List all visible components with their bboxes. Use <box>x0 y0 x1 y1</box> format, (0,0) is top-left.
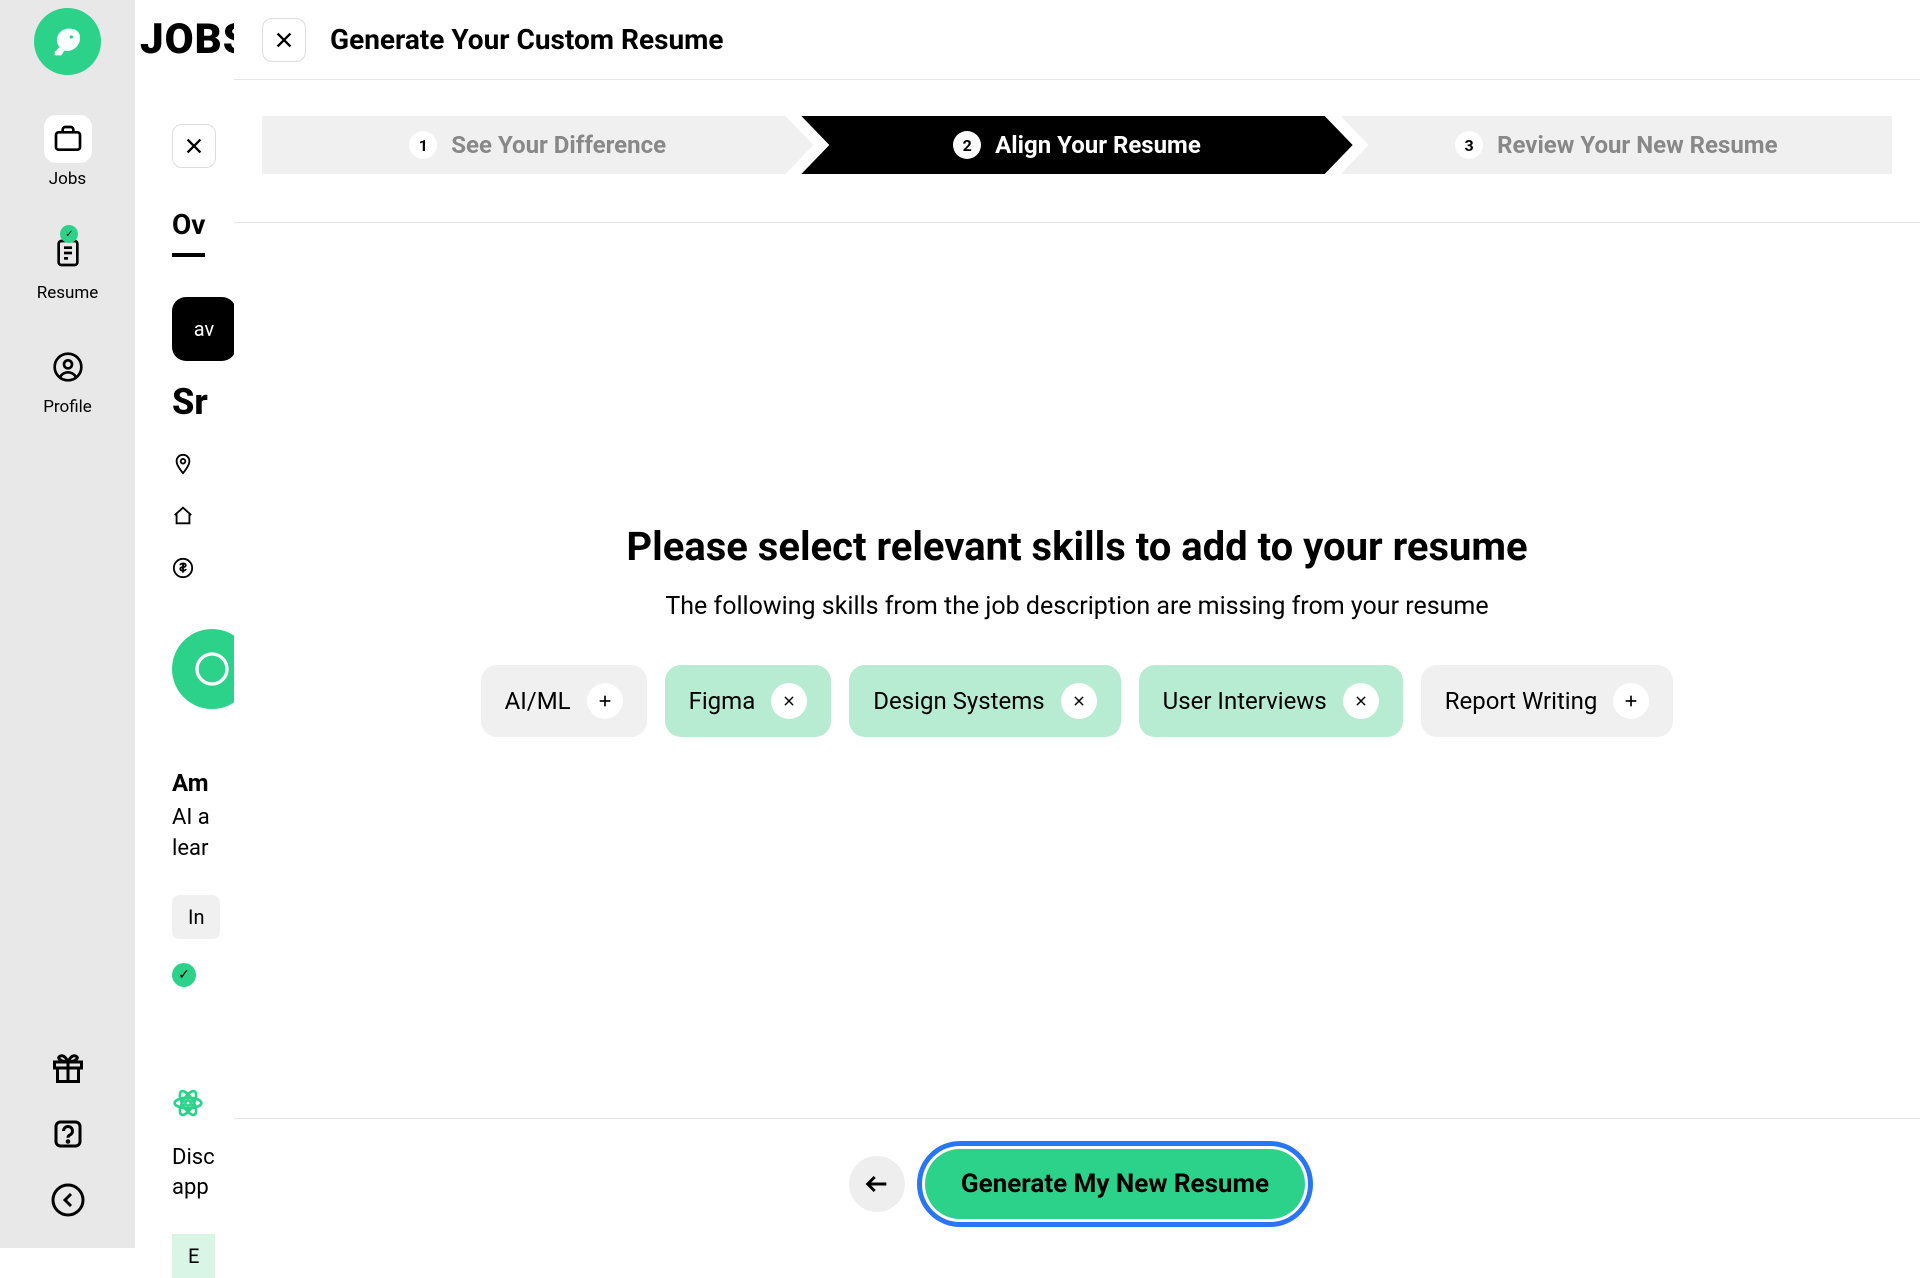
atom-icon <box>172 1087 204 1119</box>
skill-chip[interactable]: Figma <box>665 665 832 737</box>
verified-badge: ✓ <box>172 963 196 987</box>
skills-row: AI/ML Figma Design Systems User Interviews R… <box>234 665 1920 737</box>
step-num: 1 <box>409 131 437 159</box>
globe-icon <box>192 649 232 689</box>
skill-label: Design Systems <box>873 687 1044 715</box>
remove-icon[interactable] <box>1343 683 1379 719</box>
location-icon <box>172 453 194 475</box>
nav-jobs-label: Jobs <box>49 169 86 189</box>
modal-footer: Generate My New Resume <box>234 1118 1920 1248</box>
help-icon[interactable] <box>50 1116 86 1152</box>
panel-close-button[interactable] <box>172 124 216 168</box>
briefcase-icon <box>52 123 84 155</box>
step-num: 2 <box>953 131 981 159</box>
company-logo: av <box>172 297 236 361</box>
nav-resume-label: Resume <box>37 283 99 303</box>
skill-label: User Interviews <box>1163 687 1327 715</box>
skill-chip[interactable]: Design Systems <box>849 665 1120 737</box>
stepper: 1 See Your Difference 2 Align Your Resum… <box>234 80 1920 223</box>
panel-tab-overview[interactable]: Ov <box>172 208 205 257</box>
step-1[interactable]: 1 See Your Difference <box>262 116 813 174</box>
modal-title: Generate Your Custom Resume <box>330 23 724 56</box>
step-label: Align Your Resume <box>995 131 1201 159</box>
arrow-left-icon <box>863 1170 891 1198</box>
nav-profile[interactable]: Profile <box>43 343 92 417</box>
modal-close-button[interactable] <box>262 18 306 62</box>
user-icon <box>52 351 84 383</box>
add-icon[interactable] <box>1613 683 1649 719</box>
gift-icon[interactable] <box>50 1050 86 1086</box>
remove-icon[interactable] <box>1061 683 1097 719</box>
dollar-icon <box>172 557 194 579</box>
back-arrow-icon[interactable] <box>50 1182 86 1218</box>
skill-label: Report Writing <box>1445 687 1598 715</box>
step-num: 3 <box>1455 131 1483 159</box>
nav-resume[interactable]: ✓ Resume <box>37 229 99 303</box>
remove-icon[interactable] <box>771 683 807 719</box>
skill-chip[interactable]: User Interviews <box>1139 665 1403 737</box>
bird-icon <box>48 22 88 62</box>
step-2[interactable]: 2 Align Your Resume <box>801 116 1352 174</box>
skill-chip[interactable]: Report Writing <box>1421 665 1674 737</box>
home-icon <box>172 505 194 527</box>
resume-modal: Generate Your Custom Resume 1 See Your D… <box>234 0 1920 1248</box>
modal-content: Please select relevant skills to add to … <box>234 223 1920 737</box>
skill-label: Figma <box>689 687 756 715</box>
e-tag: E <box>172 1234 215 1278</box>
sidebar: Jobs ✓ Resume Profile <box>0 0 135 1248</box>
content-subtitle: The following skills from the job descri… <box>234 592 1920 621</box>
skill-label: AI/ML <box>505 687 571 715</box>
generate-button[interactable]: Generate My New Resume <box>925 1149 1305 1219</box>
modal-header: Generate Your Custom Resume <box>234 0 1920 80</box>
back-button[interactable] <box>849 1156 905 1212</box>
nav-profile-label: Profile <box>43 397 92 417</box>
step-3[interactable]: 3 Review Your New Resume <box>1341 116 1892 174</box>
skill-chip[interactable]: AI/ML <box>481 665 647 737</box>
nav-jobs[interactable]: Jobs <box>44 115 92 189</box>
add-icon[interactable] <box>587 683 623 719</box>
close-icon <box>273 29 295 51</box>
content-title: Please select relevant skills to add to … <box>234 523 1920 570</box>
step-label: Review Your New Resume <box>1497 131 1777 159</box>
panel-tag: In <box>172 895 220 939</box>
brand-logo[interactable] <box>34 8 101 75</box>
close-icon <box>183 135 205 157</box>
step-label: See Your Difference <box>451 131 666 159</box>
